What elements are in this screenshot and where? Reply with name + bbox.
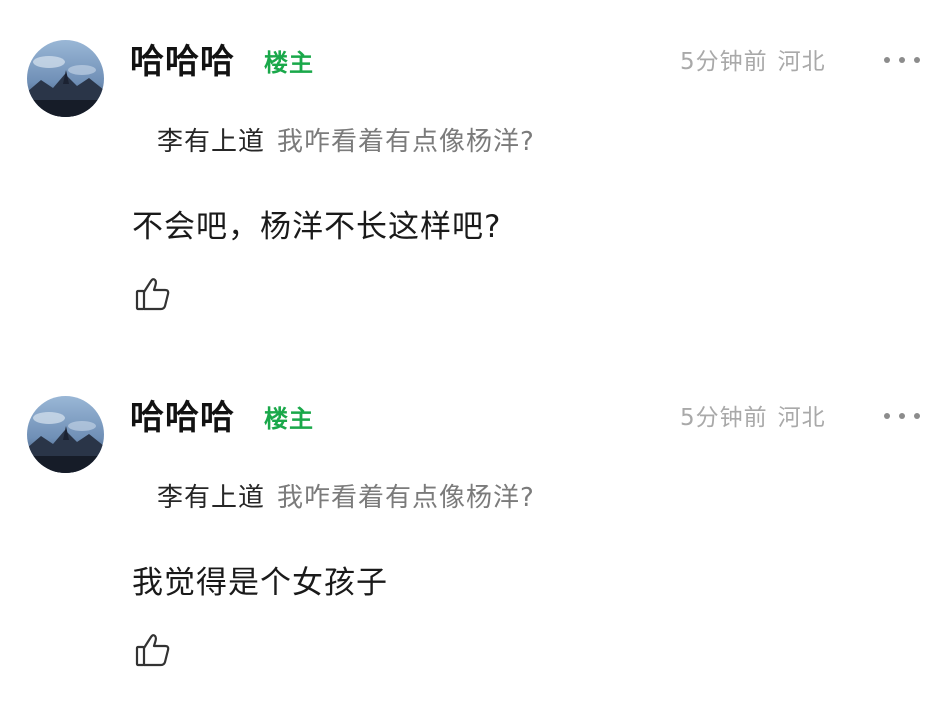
more-dots-icon[interactable] — [880, 398, 924, 434]
quoted-username[interactable]: 李有上道 — [157, 127, 265, 157]
comment-meta: 5分钟前 河北 — [680, 402, 826, 434]
quoted-text: 我咋看着有点像杨洋? — [277, 127, 535, 157]
thumbs-up-icon[interactable] — [134, 631, 172, 669]
comment-location: 河北 — [777, 49, 826, 75]
quoted-reply: 李有上道 我咋看着有点像杨洋? — [157, 480, 535, 516]
quoted-username[interactable]: 李有上道 — [157, 483, 265, 513]
more-dots-icon[interactable] — [880, 42, 924, 78]
comment-item: 哈哈哈 楼主 5分钟前 河北 李有上道 我咋看着有点像杨洋? 我觉得是个女孩子 — [0, 356, 950, 701]
quoted-reply: 李有上道 我咋看着有点像杨洋? — [157, 124, 535, 160]
comment-time: 5分钟前 — [680, 49, 768, 75]
username[interactable]: 哈哈哈 — [130, 396, 235, 440]
comment-location: 河北 — [777, 405, 826, 431]
username[interactable]: 哈哈哈 — [130, 40, 235, 84]
comment-text: 不会吧，杨洋不长这样吧? — [132, 209, 502, 245]
comment-meta: 5分钟前 河北 — [680, 46, 826, 78]
thumbs-up-icon[interactable] — [134, 275, 172, 313]
quoted-text: 我咋看着有点像杨洋? — [277, 483, 535, 513]
author-badge: 楼主 — [264, 405, 314, 433]
comment-text: 我觉得是个女孩子 — [132, 565, 388, 601]
comment-time: 5分钟前 — [680, 405, 768, 431]
comment-item: 哈哈哈 楼主 5分钟前 河北 李有上道 我咋看着有点像杨洋? 不会吧，杨洋不长这样吧… — [0, 0, 950, 345]
avatar[interactable] — [27, 40, 104, 117]
author-badge: 楼主 — [264, 49, 314, 77]
avatar[interactable] — [27, 396, 104, 473]
